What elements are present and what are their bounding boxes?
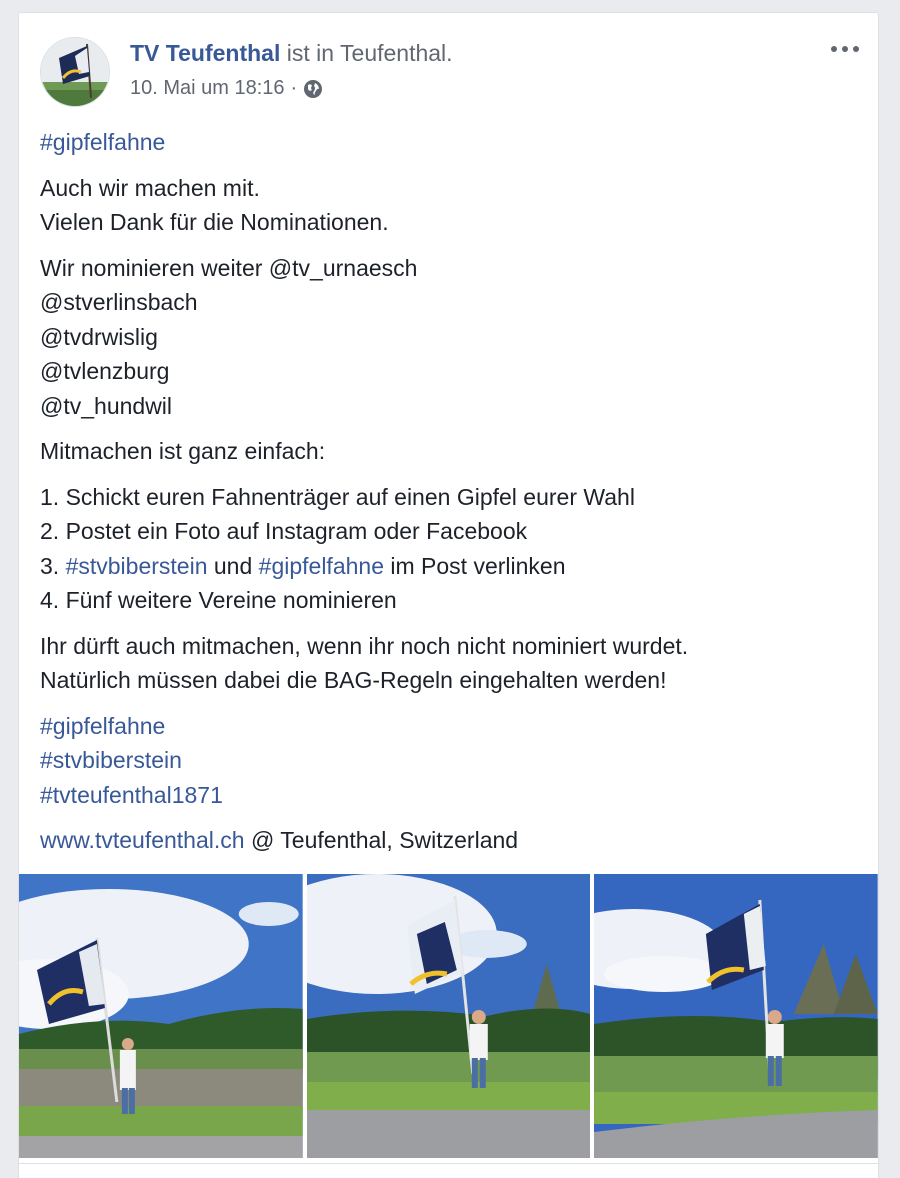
avatar-image bbox=[41, 38, 109, 106]
step-text: im Post verlinken bbox=[384, 552, 566, 579]
author-link[interactable]: TV Teufenthal bbox=[130, 40, 280, 66]
website-suffix: @ Teufenthal, Switzerland bbox=[244, 827, 519, 853]
step-line: 4. Fünf weitere Vereine nominieren bbox=[40, 587, 397, 613]
post-card: TV Teufenthal ist in Teufenthal. 10. Mai… bbox=[18, 12, 879, 1178]
mention: @tvlenzburg bbox=[40, 358, 170, 384]
globe-icon[interactable] bbox=[303, 79, 323, 99]
post-header: TV Teufenthal ist in Teufenthal. 10. Mai… bbox=[19, 13, 878, 113]
avatar[interactable] bbox=[40, 37, 110, 107]
post-title-line: TV Teufenthal ist in Teufenthal. bbox=[130, 40, 453, 67]
note-line: Natürlich müssen dabei die BAG-Regeln ei… bbox=[40, 667, 667, 693]
hashtag-link[interactable]: #gipfelfahne bbox=[40, 129, 165, 155]
timestamp-link[interactable]: 10. Mai um 18:16 bbox=[130, 77, 285, 100]
intro-line: Auch wir machen mit. bbox=[40, 174, 260, 201]
hashtag-link[interactable]: #tvteufenthal1871 bbox=[40, 782, 223, 808]
post-photo-1[interactable] bbox=[19, 874, 303, 1158]
post-text: #gipfelfahne Auch wir machen mit. Vielen… bbox=[40, 125, 860, 869]
post-photo-2[interactable] bbox=[306, 874, 591, 1158]
step-line: 1. Schickt euren Fahnenträger auf einen … bbox=[40, 483, 635, 510]
hashtag-link[interactable]: #gipfelfahne bbox=[40, 713, 165, 739]
mention: @tv_hundwil bbox=[40, 392, 173, 419]
post-meta: 10. Mai um 18:16 · bbox=[130, 77, 323, 100]
mention: @tv_urnaesch bbox=[268, 254, 418, 281]
hashtag-link[interactable]: #stvbiberstein bbox=[66, 553, 208, 579]
footer-divider bbox=[19, 1163, 878, 1164]
checkin-text: ist in bbox=[286, 40, 335, 66]
step-text: und bbox=[207, 552, 259, 579]
hashtag-link[interactable]: #stvbiberstein bbox=[40, 747, 182, 773]
intro-line: Vielen Dank für die Nominationen. bbox=[40, 209, 389, 235]
mention: @stverlinsbach bbox=[40, 289, 198, 315]
note-line: Ihr dürft auch mitmachen, wenn ihr noch … bbox=[40, 632, 689, 659]
step-line: 2. Postet ein Foto auf Instagram oder Fa… bbox=[40, 518, 528, 544]
mention: @tvdrwislig bbox=[40, 323, 158, 350]
step-prefix: 3. bbox=[40, 552, 66, 579]
photo-grid bbox=[19, 874, 878, 1158]
meta-separator: · bbox=[290, 77, 298, 99]
post-photo-3[interactable] bbox=[594, 874, 878, 1158]
howto-heading: Mitmachen ist ganz einfach: bbox=[40, 438, 326, 464]
more-options-icon[interactable] bbox=[828, 37, 862, 61]
website-link[interactable]: www.tvteufenthal.ch bbox=[40, 827, 245, 853]
location-link[interactable]: Teufenthal. bbox=[340, 40, 453, 66]
hashtag-link[interactable]: #gipfelfahne bbox=[259, 553, 384, 579]
nominate-prefix: Wir nominieren weiter bbox=[40, 254, 269, 281]
